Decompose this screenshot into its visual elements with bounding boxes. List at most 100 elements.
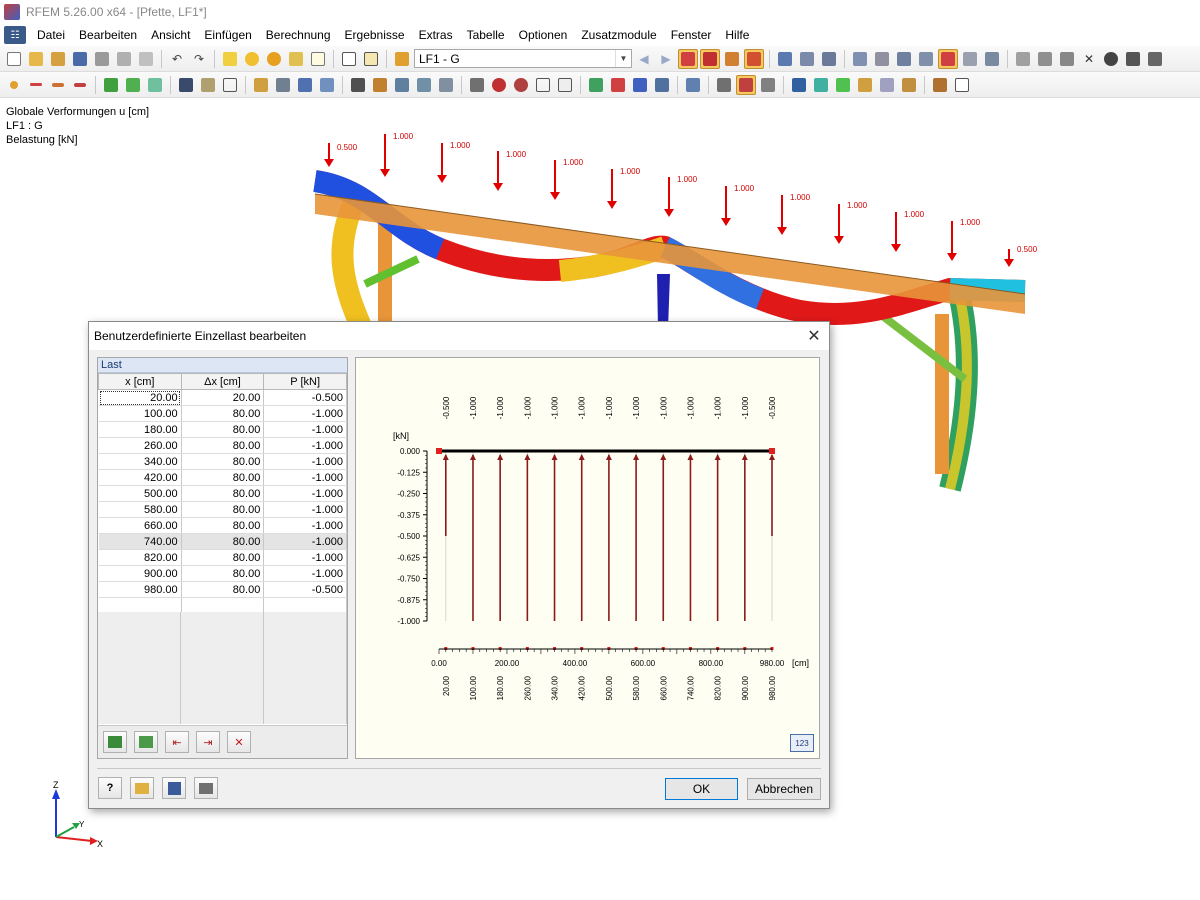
- table-row[interactable]: 660.00 80.00 -1.000: [98, 517, 347, 534]
- polyline-icon[interactable]: [70, 75, 90, 95]
- results-max-icon[interactable]: [700, 48, 720, 69]
- graph-values-icon[interactable]: 123: [790, 734, 814, 752]
- table-row[interactable]: 500.00 80.00 -1.000: [98, 485, 347, 502]
- cell-x[interactable]: 580.00: [98, 501, 182, 518]
- zoom-icon[interactable]: [511, 75, 531, 95]
- measure-icon[interactable]: [930, 75, 950, 95]
- load-wizard-icon[interactable]: [273, 75, 293, 95]
- mirror-icon[interactable]: [1057, 49, 1077, 69]
- guideline-icon[interactable]: [960, 49, 980, 69]
- cell-p[interactable]: -1.000: [263, 501, 347, 518]
- insert-row-icon[interactable]: [103, 731, 127, 753]
- cell-x[interactable]: 820.00: [98, 549, 182, 566]
- open-model-icon[interactable]: [48, 49, 68, 69]
- iso-view-icon[interactable]: [533, 75, 553, 95]
- table-row[interactable]: 20.00 20.00 -0.500: [98, 389, 347, 406]
- menu-datei[interactable]: Datei: [30, 26, 72, 44]
- cell-dx[interactable]: 80.00: [181, 549, 265, 566]
- results-values-icon[interactable]: [744, 48, 764, 69]
- cell-x[interactable]: 340.00: [98, 453, 182, 470]
- colors-icon[interactable]: [833, 75, 853, 95]
- cell-x[interactable]: 420.00: [98, 469, 182, 486]
- new-line-icon[interactable]: [26, 75, 46, 95]
- color-scale-icon[interactable]: [811, 75, 831, 95]
- menu-ansicht[interactable]: Ansicht: [144, 26, 197, 44]
- select-icon[interactable]: [467, 75, 487, 95]
- view-3d-icon[interactable]: [555, 75, 575, 95]
- cell-p[interactable]: -1.000: [263, 469, 347, 486]
- line-icon[interactable]: [1035, 49, 1055, 69]
- table-row[interactable]: 820.00 80.00 -1.000: [98, 549, 347, 566]
- table-row[interactable]: 900.00 80.00 -1.000: [98, 565, 347, 582]
- cell-p[interactable]: -1.000: [263, 405, 347, 422]
- cell-p[interactable]: -0.500: [263, 581, 347, 598]
- window-icon[interactable]: [308, 49, 328, 69]
- menu-ergebnisse[interactable]: Ergebnisse: [338, 26, 412, 44]
- generate-icon[interactable]: [348, 75, 368, 95]
- table-row[interactable]: 740.00 80.00 -1.000: [98, 533, 347, 550]
- results-display-icon[interactable]: [722, 49, 742, 69]
- import-icon[interactable]: [134, 731, 158, 753]
- table-view-icon[interactable]: [361, 49, 381, 69]
- wireframe-icon[interactable]: [714, 75, 734, 95]
- mesh-icon[interactable]: [850, 49, 870, 69]
- active-view-icon[interactable]: [736, 74, 756, 95]
- cell-dx[interactable]: 80.00: [181, 405, 265, 422]
- load-case-select[interactable]: LF1 - G ▼: [414, 49, 632, 68]
- workplane-icon[interactable]: [982, 49, 1002, 69]
- cancel-button[interactable]: Abbrechen: [747, 778, 821, 800]
- cell-p[interactable]: -0.500: [263, 389, 347, 406]
- document-menu-icon[interactable]: ☷: [4, 26, 26, 44]
- member-load-icon[interactable]: [295, 75, 315, 95]
- raster-icon[interactable]: [872, 49, 892, 69]
- menu-optionen[interactable]: Optionen: [512, 26, 575, 44]
- cell-x[interactable]: 500.00: [98, 485, 182, 502]
- lighting-icon[interactable]: [899, 75, 919, 95]
- menu-einfuegen[interactable]: Einfügen: [197, 26, 258, 44]
- cell-x[interactable]: 900.00: [98, 565, 182, 582]
- view-x-icon[interactable]: [586, 75, 606, 95]
- transparency-icon[interactable]: [877, 75, 897, 95]
- ok-button[interactable]: OK: [665, 778, 738, 800]
- new-member-icon[interactable]: [48, 75, 68, 95]
- imperfection-icon[interactable]: [436, 75, 456, 95]
- calculator-icon[interactable]: [194, 777, 218, 799]
- section-icon[interactable]: [797, 49, 817, 69]
- table-icon[interactable]: [339, 49, 359, 69]
- table-row[interactable]: 260.00 80.00 -1.000: [98, 437, 347, 454]
- cell-x[interactable]: 980.00: [98, 581, 182, 598]
- print-preview-icon[interactable]: [136, 49, 156, 69]
- save-icon[interactable]: [162, 777, 186, 799]
- cell-dx[interactable]: 20.00: [181, 389, 265, 406]
- cell-p[interactable]: -1.000: [263, 421, 347, 438]
- redo-icon[interactable]: ↷: [189, 49, 209, 69]
- solid-view-icon[interactable]: [758, 75, 778, 95]
- view-icon[interactable]: [286, 49, 306, 69]
- help-icon[interactable]: ?: [98, 777, 122, 799]
- cell-dx[interactable]: 80.00: [181, 517, 265, 534]
- cell-dx[interactable]: 80.00: [181, 565, 265, 582]
- column-header-p[interactable]: P [kN]: [263, 373, 347, 390]
- surface-icon[interactable]: [145, 75, 165, 95]
- cell-p[interactable]: -1.000: [263, 517, 347, 534]
- member-hinge-icon[interactable]: [176, 75, 196, 95]
- cell-p[interactable]: -1.000: [263, 533, 347, 550]
- cell-dx[interactable]: 80.00: [181, 581, 265, 598]
- menu-hilfe[interactable]: Hilfe: [718, 26, 756, 44]
- snap-icon[interactable]: [894, 49, 914, 69]
- table-row[interactable]: 980.00 80.00 -0.500: [98, 581, 347, 598]
- cell-p[interactable]: -1.000: [263, 453, 347, 470]
- open-icon[interactable]: [130, 777, 154, 799]
- cell-x[interactable]: 20.00: [98, 389, 182, 406]
- axes-icon[interactable]: [916, 49, 936, 69]
- node-icon[interactable]: [1013, 49, 1033, 69]
- menu-berechnung[interactable]: Berechnung: [259, 26, 338, 44]
- open-folder-icon[interactable]: [26, 49, 46, 69]
- section-view-icon[interactable]: [789, 75, 809, 95]
- save-icon[interactable]: [70, 49, 90, 69]
- print-icon[interactable]: [92, 49, 112, 69]
- cell-dx[interactable]: 80.00: [181, 469, 265, 486]
- cell-p[interactable]: -1.000: [263, 437, 347, 454]
- menu-extras[interactable]: Extras: [412, 26, 460, 44]
- cell-p[interactable]: -1.000: [263, 485, 347, 502]
